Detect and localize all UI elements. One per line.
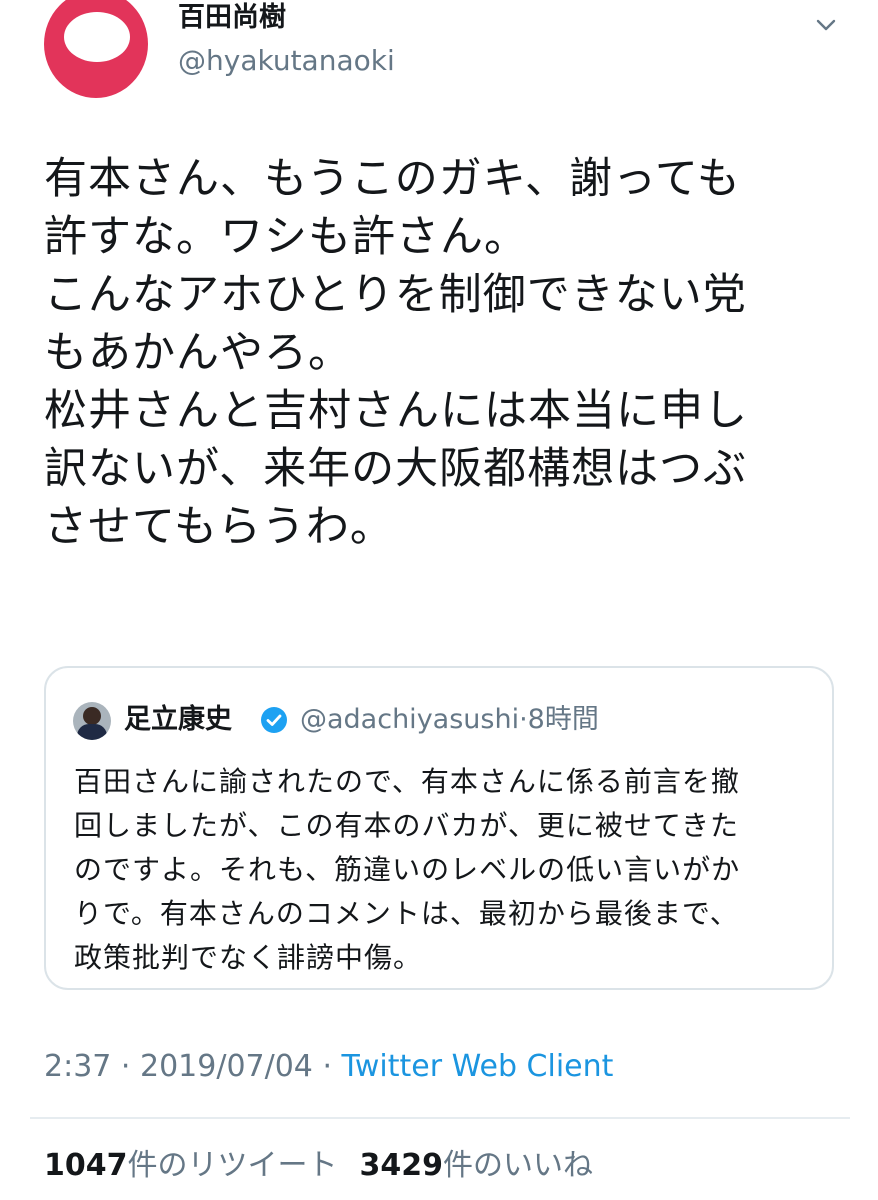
quoted-separator: · — [519, 704, 528, 735]
like-count: 3429 — [359, 1148, 444, 1183]
tweet-time[interactable]: 2:37 — [44, 1049, 111, 1084]
quoted-author-name: 足立康史 — [124, 704, 232, 735]
quoted-author-handle: @adachiyasushi — [300, 704, 520, 735]
tweet-text: 有本さん、もうこのガキ、謝っても 許すな。ワシも許さん。 こんなアホひとりを制御… — [44, 154, 748, 552]
retweet-label: 件のリツイート — [127, 1148, 338, 1183]
author-display-name[interactable]: 百田尚樹 — [178, 2, 286, 34]
avatar-body-shape — [77, 724, 107, 740]
tweet-meta: 2:37 · 2019/07/04 · Twitter Web Client — [44, 1047, 613, 1087]
chevron-down-icon[interactable] — [815, 14, 837, 36]
tweet-client-link[interactable]: Twitter Web Client — [342, 1049, 614, 1084]
tweet-date[interactable]: 2019/07/04 — [140, 1049, 313, 1084]
tweet-stats: 1047件のリツイート 3429件のいいね — [44, 1146, 593, 1186]
author-avatar[interactable] — [44, 0, 148, 98]
meta-separator: · — [312, 1049, 342, 1084]
tweet-header: 百田尚樹 @hyakutanaoki — [0, 0, 878, 120]
likes-stat[interactable]: 3429件のいいね — [360, 1148, 594, 1183]
verified-badge-icon — [260, 706, 288, 734]
quoted-tweet[interactable]: 足立康史 @adachiyasushi·8時間 百田さんに諭されたので、有本さん… — [44, 666, 834, 990]
avatar-head-shape — [83, 707, 101, 725]
avatar-inner-shape — [64, 12, 130, 62]
author-handle[interactable]: @hyakutanaoki — [178, 44, 395, 78]
retweet-count: 1047 — [44, 1148, 128, 1183]
retweets-stat[interactable]: 1047件のリツイート — [44, 1148, 338, 1183]
quoted-time: 8時間 — [527, 704, 599, 735]
quoted-author-avatar — [73, 702, 111, 740]
like-label: 件のいいね — [443, 1148, 593, 1183]
divider — [30, 1117, 850, 1119]
meta-separator: · — [111, 1049, 140, 1084]
quoted-handle-line: @adachiyasushi·8時間 — [300, 702, 599, 738]
quoted-tweet-text: 百田さんに諭されたので、有本さんに係る前言を撤 回しましたが、この有本のバカが、… — [74, 765, 741, 974]
